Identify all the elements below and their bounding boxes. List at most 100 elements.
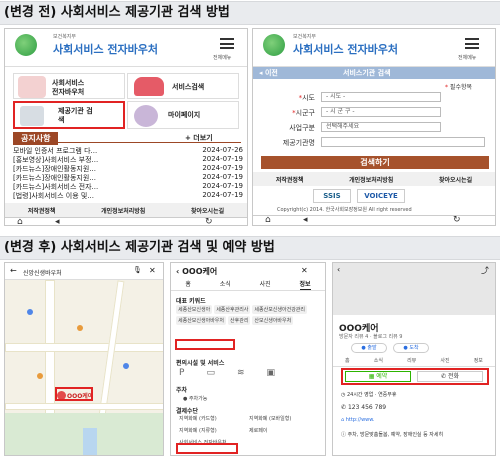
place-tabs: 홈 소식 리뷰 사진 정보 — [333, 357, 495, 367]
form-select[interactable]: 선택해주세요 — [321, 122, 441, 132]
tile-voucher-info[interactable]: 사회서비스 전자바우처 — [13, 73, 125, 99]
place-tab[interactable]: 리뷰 — [407, 357, 416, 366]
logo-title[interactable]: 사회서비스 전자바우처 — [293, 41, 398, 57]
keyword-chip[interactable]: 세종산모신생아바우처 — [176, 316, 227, 325]
tile-mypage[interactable]: 마이페이지 — [127, 101, 239, 129]
map-search-text[interactable]: 신앙신생바우처 — [23, 268, 62, 277]
highlight-voucher-payment — [176, 443, 238, 454]
refresh-icon[interactable]: ↻ — [205, 217, 213, 225]
provider-name-input[interactable] — [321, 137, 485, 147]
place-tab[interactable]: 정보 — [474, 357, 483, 366]
back-arrow-icon[interactable]: ◂ — [303, 215, 308, 225]
keyword-chip[interactable]: 세종산모신생아건강관리 — [252, 305, 308, 314]
form-select[interactable]: - 시 군 구 - — [321, 107, 441, 117]
copyright-text: Copyright(c) 2014. 한국사회보장정보원 All right r… — [277, 207, 412, 213]
page-title: 서비스기관 검색 — [343, 69, 391, 77]
map-pin-icon[interactable] — [27, 309, 33, 315]
place-tab[interactable]: 사진 — [440, 357, 449, 366]
home-icon[interactable]: ⌂ — [265, 215, 271, 225]
parking-icon: P — [179, 368, 185, 378]
browser-bottom-bar: ⌂ ◂ ↻ — [253, 215, 495, 225]
close-icon[interactable]: ✕ — [149, 266, 156, 275]
form-label: 사업구분 — [289, 124, 315, 132]
form-select[interactable]: - 시도 - — [321, 92, 441, 102]
refresh-icon[interactable]: ↻ — [453, 215, 461, 225]
phone-row[interactable]: ✆ 123 456 789 — [341, 404, 386, 411]
detail-tab[interactable]: 소식 — [220, 279, 231, 290]
detail-tab[interactable]: 사진 — [260, 279, 271, 290]
after-heading: (변경 후) 사회서비스 제공기관 검색 및 예약 방법 — [0, 236, 500, 260]
footer-link-privacy[interactable]: 개인정보처리방침 — [101, 206, 145, 215]
keyword-chip[interactable]: 세종산모신생아 — [176, 305, 213, 314]
menu-label: 전체메뉴 — [213, 55, 232, 61]
hamburger-menu-icon[interactable] — [220, 38, 234, 49]
tile-service-search-label: 서비스검색 — [172, 83, 205, 91]
keyword-chip[interactable]: 세종산후관리사 — [214, 305, 251, 314]
payment-heading: 결제수단 — [176, 408, 199, 415]
detail-tab[interactable]: 홈 — [185, 279, 191, 290]
site-header: 보건복지부 사회서비스 전자바우처 전체메뉴 — [253, 29, 495, 67]
highlight-provider-search — [13, 101, 125, 129]
before-heading: (변경 전) 사회서비스 제공기관 검색 방법 — [0, 1, 500, 25]
map-search-bar[interactable]: ← 신앙신생바우처 🎙 ✕ — [5, 263, 163, 280]
payment-list: 지역화폐 (카드형) 지역화폐 (모바일형) 지역화폐 (지류형) 제로페이 사… — [179, 415, 325, 446]
logo-subtitle: 보건복지부 — [53, 34, 77, 40]
info-row[interactable]: ⓘ 주차, 방문맞춤돌봄, 예약, 장애인실 등 자세히 — [341, 431, 491, 438]
family-illustration-icon — [18, 76, 46, 98]
homepage-link[interactable]: ⌂ http://www. — [341, 417, 374, 423]
close-icon[interactable]: ✕ — [301, 266, 308, 275]
back-button[interactable]: ◂ 이전 — [259, 68, 278, 78]
place-tab[interactable]: 홈 — [345, 357, 350, 366]
detail-header: ‹ OOO케어 — [176, 266, 217, 277]
delivery-icon: ▣ — [266, 368, 276, 378]
required-note: * 필수항목 — [445, 84, 473, 91]
highlight-voucher-keyword — [175, 339, 235, 350]
hamburger-menu-icon[interactable] — [465, 38, 479, 49]
payment-item: 지역화폐 (지류형) — [179, 428, 217, 434]
footer-link-privacy[interactable]: 개인정보처리방침 — [349, 175, 393, 184]
detail-tab[interactable]: 정보 — [299, 279, 311, 290]
parking-heading: 주차 — [176, 387, 188, 394]
depart-button[interactable]: ● 출발 — [351, 343, 387, 353]
payment-item: 지역화폐 (모바일형) — [249, 416, 292, 422]
map-road — [5, 343, 163, 352]
place-tab[interactable]: 소식 — [374, 357, 383, 366]
logo-title[interactable]: 사회서비스 전자바우처 — [53, 41, 158, 57]
map-pin-icon[interactable] — [77, 325, 83, 331]
place-title: OOO케어 — [182, 267, 218, 276]
notice-divider — [13, 142, 241, 143]
arrive-button[interactable]: ● 도착 — [393, 343, 429, 353]
parking-value: ● 주차가능 — [183, 396, 208, 402]
home-icon[interactable]: ⌂ — [17, 217, 23, 225]
footer-link-copyright[interactable]: 저작권정책 — [276, 175, 304, 184]
hands-illustration-icon — [134, 77, 164, 96]
share-icon[interactable]: ⤴ — [481, 265, 489, 276]
search-button[interactable]: 검색하기 — [261, 156, 489, 169]
payment-item: 지역화폐 (카드형) — [179, 416, 217, 422]
place-review-summary[interactable]: 방문자 리뷰 4 · 블로그 리뷰 9 — [339, 333, 403, 340]
notice-item-title: [법령]사회서비스 이용 및... — [13, 192, 94, 200]
place-home-screen: ‹ ⤴ OOO케어 방문자 리뷰 4 · 블로그 리뷰 9 ● 출발 ● 도착 … — [332, 262, 496, 456]
footer-link-copyright[interactable]: 저작권정책 — [28, 206, 56, 215]
map-screen: ← 신앙신생바우처 🎙 ✕ OOO케어 — [4, 262, 164, 456]
before-search-screen: 보건복지부 사회서비스 전자바우처 전체메뉴 ◂ 이전 서비스기관 검색 * 필… — [252, 28, 496, 226]
footer-link-directions[interactable]: 찾아오시는길 — [191, 206, 224, 215]
place-detail-screen: ‹ OOO케어 ✕ 홈 소식 사진 정보 대표 키워드 세종산모신생아 세종산후관리사 세… — [170, 262, 326, 456]
mic-icon[interactable]: 🎙 — [133, 266, 142, 274]
logo-subtitle: 보건복지부 — [293, 34, 317, 40]
person-illustration-icon — [134, 105, 158, 127]
tile-service-search[interactable]: 서비스검색 — [127, 73, 239, 99]
form-label: 제공기관명 — [282, 139, 315, 147]
keyword-chip[interactable]: 산후관리 — [228, 316, 251, 325]
notice-item[interactable]: [법령]사회서비스 이용 및... 2024-07-19 — [13, 191, 243, 201]
map-pin-icon[interactable] — [123, 363, 129, 369]
back-arrow-icon[interactable]: ◂ — [55, 217, 60, 225]
keyword-chip[interactable]: 산모신생아바우처 — [252, 316, 294, 325]
ministry-logo-icon — [263, 34, 285, 56]
footer-link-directions[interactable]: 찾아오시는길 — [439, 175, 472, 184]
keywords-heading: 대표 키워드 — [176, 298, 206, 305]
back-arrow-icon[interactable]: ← — [10, 266, 17, 275]
back-arrow-icon[interactable]: ‹ — [337, 265, 340, 274]
wifi-icon: ≋ — [236, 368, 245, 378]
map-pin-icon[interactable] — [37, 373, 43, 379]
